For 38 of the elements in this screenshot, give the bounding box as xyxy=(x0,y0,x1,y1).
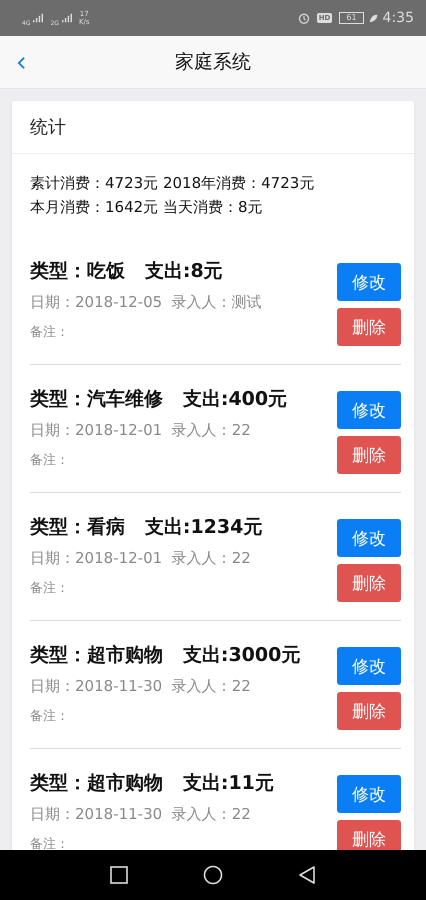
edit-button[interactable]: 修改 xyxy=(337,263,401,301)
record-note: 备注： xyxy=(30,836,70,850)
recents-icon[interactable] xyxy=(109,865,129,885)
record-title: 类型：汽车维修 支出:400元 xyxy=(30,387,288,412)
delete-button[interactable]: 删除 xyxy=(337,308,401,346)
delete-button[interactable]: 删除 xyxy=(337,436,401,474)
record-meta: 日期：2018-12-01 录入人：22 xyxy=(30,420,252,441)
record-meta: 日期：2018-11-30 录入人：22 xyxy=(30,804,252,825)
page-title: 家庭系统 xyxy=(175,50,251,75)
stats-line: 素计消费：4723元 2018年消费：4723元 xyxy=(30,173,316,194)
record-note: 备注： xyxy=(30,324,70,342)
signal-icon xyxy=(62,13,72,23)
leaf-icon xyxy=(368,14,378,22)
edit-button[interactable]: 修改 xyxy=(337,519,401,557)
record-note: 备注： xyxy=(30,708,70,726)
edit-button[interactable]: 修改 xyxy=(337,647,401,685)
alarm-icon xyxy=(298,12,310,24)
signal-icon xyxy=(33,13,44,23)
card-title: 统计 xyxy=(30,116,66,139)
record-title: 类型：超市购物 支出:11元 xyxy=(30,771,274,796)
edit-button[interactable]: 修改 xyxy=(337,775,401,813)
record-title: 类型：超市购物 支出:3000元 xyxy=(30,643,300,668)
back-icon[interactable] xyxy=(297,865,317,885)
delete-button[interactable]: 删除 xyxy=(337,692,401,730)
record-meta: 日期：2018-12-05 录入人：测试 xyxy=(30,292,262,313)
home-icon[interactable] xyxy=(203,865,223,885)
clock-time: 4:35 xyxy=(382,10,414,26)
delete-button[interactable]: 删除 xyxy=(337,564,401,602)
battery-icon: 61 xyxy=(339,12,364,24)
record-title: 类型：看病 支出:1234元 xyxy=(30,515,262,540)
record-title: 类型：吃饭 支出:8元 xyxy=(30,259,224,284)
record-note: 备注： xyxy=(30,580,70,598)
delete-button[interactable]: 删除 xyxy=(337,820,401,850)
record-note: 备注： xyxy=(30,452,70,470)
edit-button[interactable]: 修改 xyxy=(337,391,401,429)
stats-line: 本月消费：1642元 当天消费：8元 xyxy=(30,197,264,218)
record-meta: 日期：2018-12-01 录入人：22 xyxy=(30,548,252,569)
record-meta: 日期：2018-11-30 录入人：22 xyxy=(30,676,252,697)
